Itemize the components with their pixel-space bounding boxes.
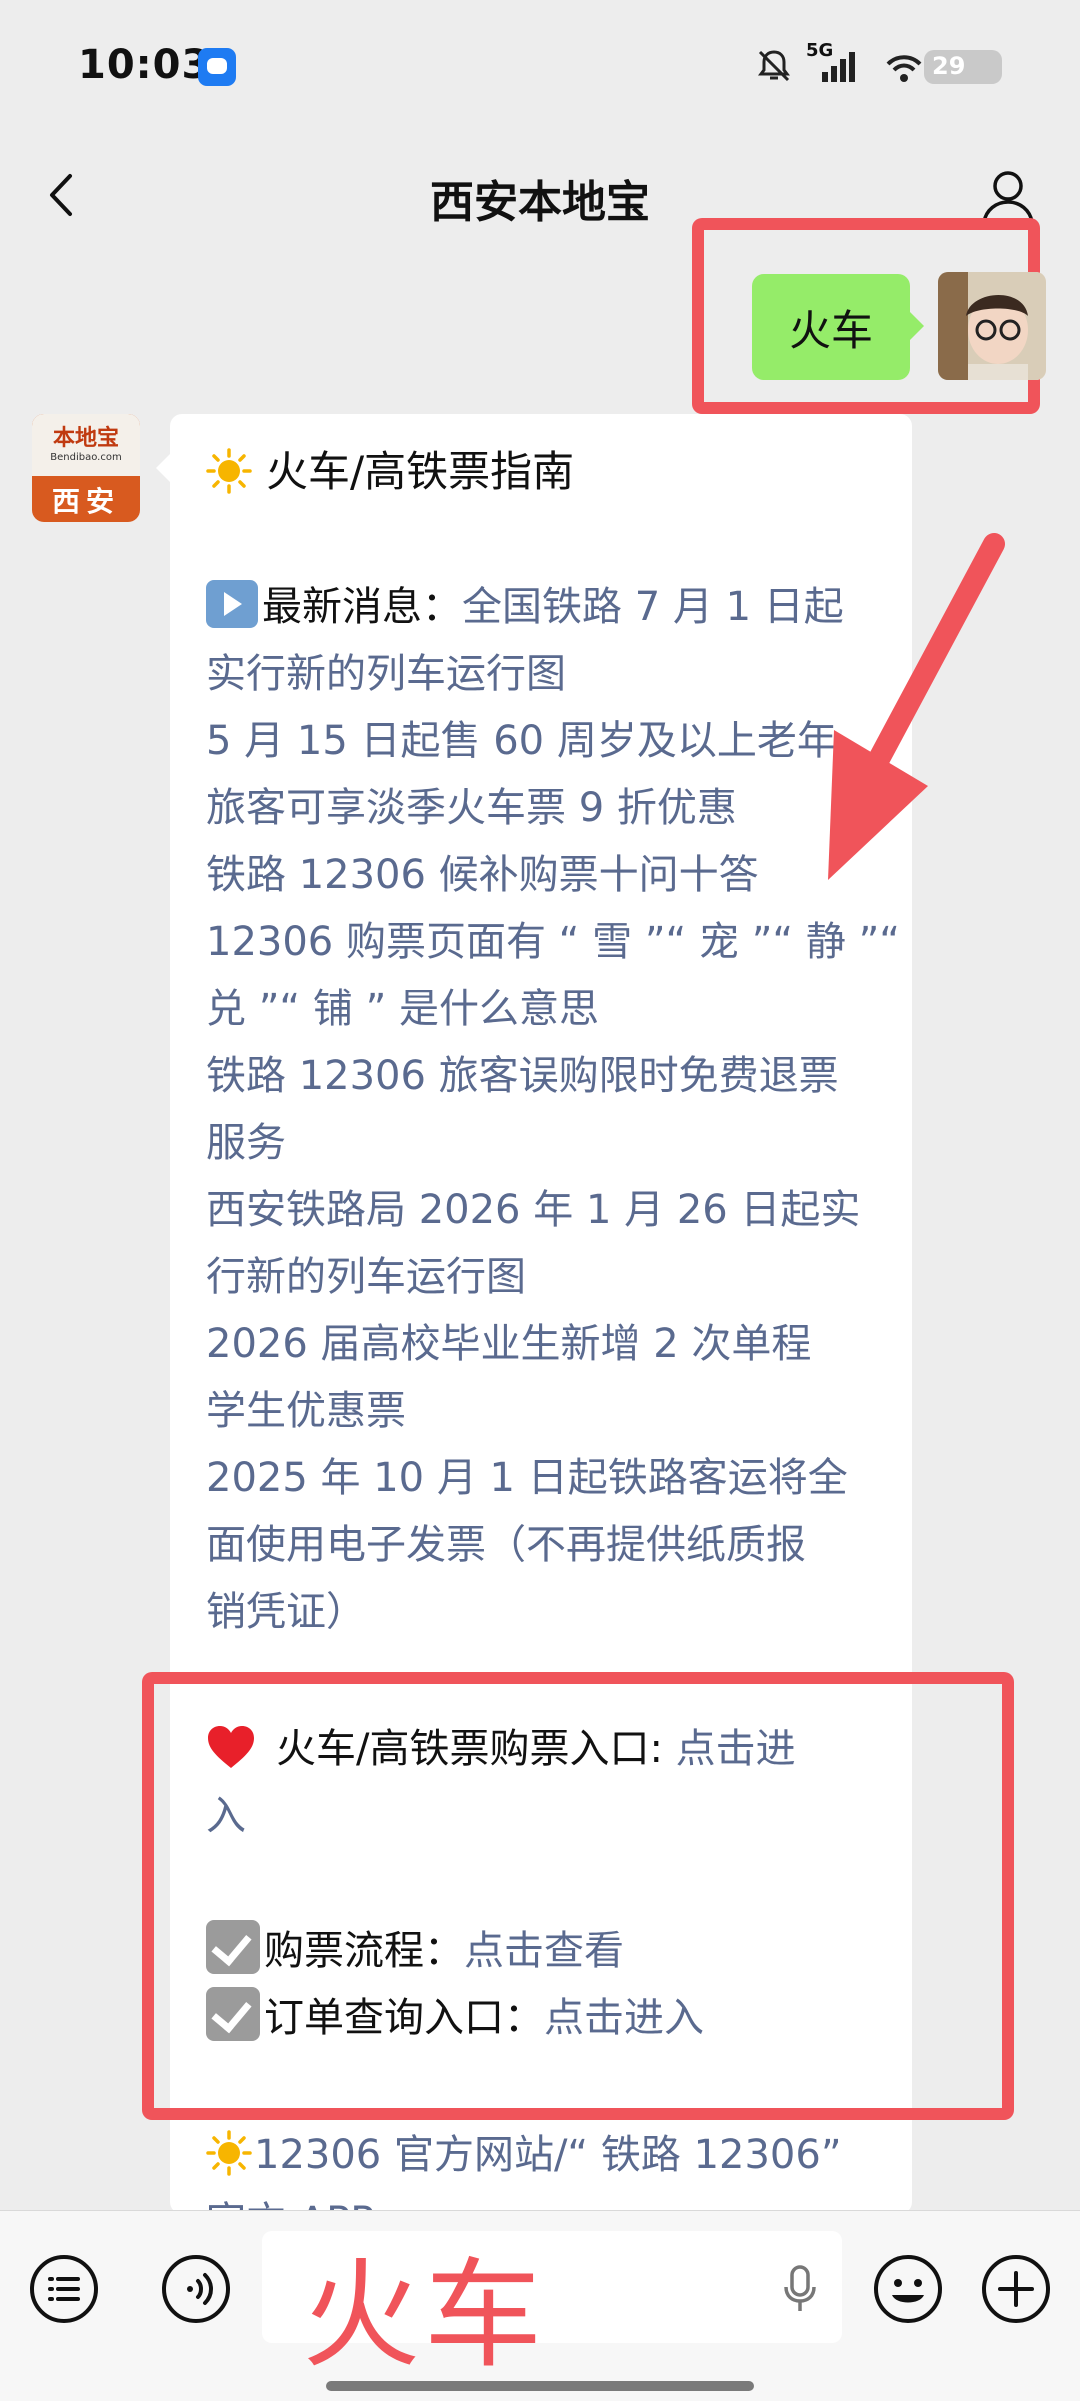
sun-icon — [206, 2130, 252, 2176]
emoji-icon[interactable] — [872, 2253, 944, 2325]
news-link-3[interactable]: 旅客可享淡季火车票 9 折优惠 — [206, 775, 737, 842]
avatar-city-text: 西安 — [51, 485, 120, 518]
news-link-1[interactable]: 实行新的列车运行图 — [206, 641, 566, 708]
news-link-4[interactable]: 铁路 12306 候补购票十问十答 — [206, 842, 759, 909]
news-link-15[interactable]: 销凭证） — [206, 1579, 366, 1646]
order-query-label: 订单查询入口： — [264, 1995, 544, 2041]
news-line-0: 最新消息：全国铁路 7 月 1 日起 — [206, 574, 844, 641]
news-link-10[interactable]: 行新的列车运行图 — [206, 1244, 526, 1311]
news-link-9[interactable]: 西安铁路局 2026 年 1 月 26 日起实 — [206, 1177, 860, 1244]
voice-input-icon[interactable] — [160, 2253, 232, 2325]
status-bar: 10:03 5G 29 — [0, 0, 1080, 140]
official-site-line: 12306 官方网站/“ 铁路 12306” — [206, 2122, 842, 2189]
purchase-entry-line: 火车/高铁票购票入口: 点击进 — [206, 1716, 796, 1783]
official-account-avatar[interactable]: 本地宝 Bendibao.com 西安 — [32, 414, 140, 522]
heart-icon — [208, 1726, 254, 1768]
news-link-6[interactable]: 兑 ”“ 铺 ” 是什么意思 — [206, 976, 599, 1043]
news-label: 最新消息： — [262, 584, 462, 630]
profile-icon[interactable] — [978, 166, 1038, 226]
reply-heading-text: 火车/高铁票指南 — [266, 447, 575, 496]
purchase-process-link[interactable]: 点击查看 — [464, 1928, 624, 1974]
play-icon — [206, 580, 258, 628]
news-link-13[interactable]: 2025 年 10 月 1 日起铁路客运将全 — [206, 1445, 848, 1512]
official-site-link[interactable]: 12306 官方网站/“ 铁路 12306” — [254, 2132, 842, 2178]
news-link-14[interactable]: 面使用电子发票（不再提供纸质报 — [206, 1512, 806, 1579]
checkbox-icon — [206, 1920, 260, 1974]
order-query-line: 订单查询入口：点击进入 — [206, 1985, 704, 2052]
chat-input-bar: 火车 — [0, 2210, 1080, 2401]
news-link-5[interactable]: 12306 购票页面有 “ 雪 ”“ 宠 ”“ 静 ”“ — [206, 909, 900, 976]
news-link-0[interactable]: 全国铁路 7 月 1 日起 — [462, 584, 844, 630]
order-query-link[interactable]: 点击进入 — [544, 1995, 704, 2041]
signal-icon — [822, 52, 855, 82]
news-link-7[interactable]: 铁路 12306 旅客误购限时免费退票 — [206, 1043, 839, 1110]
news-link-2[interactable]: 5 月 15 日起售 60 周岁及以上老年 — [206, 708, 837, 775]
message-input-text: 火车 — [302, 2246, 547, 2384]
message-input[interactable]: 火车 — [262, 2231, 842, 2384]
bell-muted-icon — [758, 50, 790, 82]
app-notification-icon — [198, 48, 236, 86]
battery-level: 29 — [932, 52, 966, 80]
purchase-entry-link-cont[interactable]: 入 — [206, 1783, 246, 1850]
user-message-bubble[interactable]: 火车 — [752, 274, 924, 380]
plus-icon[interactable] — [980, 2253, 1052, 2325]
home-indicator[interactable] — [326, 2381, 754, 2391]
purchase-process-line: 购票流程：点击查看 — [206, 1918, 624, 1985]
news-link-8[interactable]: 服务 — [206, 1110, 286, 1177]
avatar-domain-text: Bendibao.com — [50, 452, 122, 463]
news-link-11[interactable]: 2026 届高校毕业生新增 2 次单程 — [206, 1311, 811, 1378]
checkbox-icon — [206, 1987, 260, 2041]
purchase-entry-link[interactable]: 点击进 — [676, 1726, 796, 1772]
purchase-entry-label: 火车/高铁票购票入口: — [276, 1726, 676, 1772]
reply-heading: 火车/高铁票指南 — [206, 438, 574, 505]
user-avatar-photo — [938, 272, 1046, 380]
clock: 10:03 — [78, 42, 211, 88]
avatar-brand-text: 本地宝 — [52, 425, 119, 451]
purchase-process-label: 购票流程： — [264, 1928, 464, 1974]
news-link-12[interactable]: 学生优惠票 — [206, 1378, 406, 1445]
user-avatar[interactable] — [938, 272, 1046, 380]
battery-indicator: 29 — [924, 50, 1002, 84]
microphone-icon[interactable] — [782, 2265, 818, 2313]
wifi-icon — [886, 55, 922, 82]
user-message-text: 火车 — [788, 305, 873, 355]
menu-list-icon[interactable] — [28, 2253, 100, 2325]
sun-icon — [206, 448, 252, 494]
